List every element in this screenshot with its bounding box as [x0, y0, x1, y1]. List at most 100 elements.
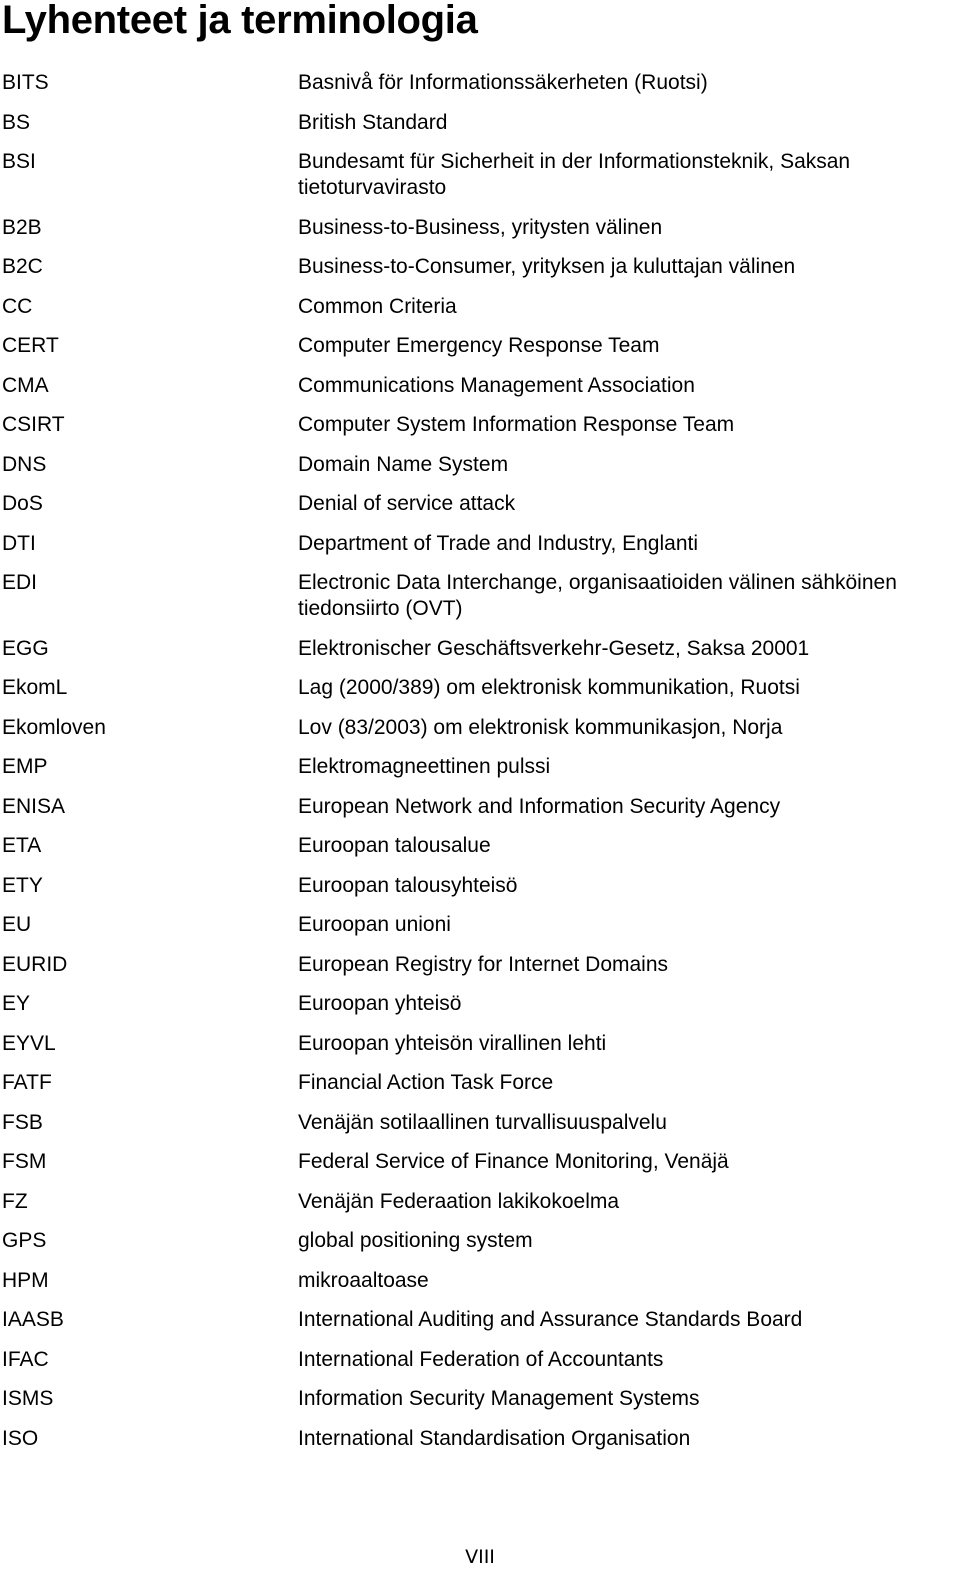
glossary-row: CSIRT Computer System Information Respons… — [0, 412, 960, 438]
glossary-definition: Financial Action Task Force — [298, 1071, 554, 1094]
glossary-definition: Communications Management Association — [298, 373, 695, 397]
glossary-definition: Electronic Data Interchange, organisaati… — [298, 571, 897, 620]
glossary-definition: Euroopan talousalue — [298, 834, 491, 857]
glossary-definition: Venäjän sotilaallinen turvallisuuspalvel… — [298, 1110, 667, 1134]
glossary-definition: International Auditing and Assurance Sta… — [298, 1308, 803, 1331]
glossary-abbreviation: ISMS — [2, 1387, 54, 1410]
glossary-abbreviation: ETY — [2, 873, 43, 897]
glossary-abbreviation: BITS — [2, 71, 49, 94]
glossary-row: EU Euroopan unioni — [0, 912, 960, 938]
glossary-row: BSI Bundesamt für Sicherheit in der Infor… — [0, 149, 960, 201]
glossary-row: GPS global positioning system — [0, 1228, 960, 1254]
glossary-row: ETA Euroopan talousalue — [0, 833, 960, 859]
glossary-abbreviation: ENISA — [2, 794, 66, 818]
glossary-abbreviation: ISO — [2, 1426, 39, 1450]
glossary-abbreviation: EkomL — [2, 676, 68, 699]
glossary-abbreviation: FSB — [2, 1110, 43, 1134]
glossary-definition: Euroopan unioni — [298, 913, 451, 936]
glossary-definition: Business-to-Business, yritysten välinen — [298, 215, 663, 239]
glossary-abbreviation: DoS — [2, 492, 43, 515]
glossary-abbreviation: DNS — [2, 452, 47, 476]
glossary-abbreviation: FSM — [2, 1150, 47, 1173]
glossary-definition: Lov (83/2003) om elektronisk kommunikasj… — [298, 715, 783, 739]
glossary-row: EMP Elektromagneettinen pulssi — [0, 754, 960, 780]
glossary-definition: Elektromagneettinen pulssi — [298, 755, 551, 778]
glossary-row: FATF Financial Action Task Force — [0, 1070, 960, 1096]
glossary-abbreviation: EMP — [2, 755, 48, 778]
glossary-abbreviation: BSI — [2, 150, 36, 173]
glossary-list: BITS Basnivå för Informationssäkerheten (… — [0, 70, 960, 1465]
glossary-abbreviation: CSIRT — [2, 413, 65, 436]
glossary-row: FSM Federal Service of Finance Monitoring… — [0, 1149, 960, 1175]
glossary-row: ENISA European Network and Information Se… — [0, 794, 960, 820]
glossary-abbreviation: B2B — [2, 215, 42, 239]
glossary-row: ISMS Information Security Management Syst… — [0, 1386, 960, 1412]
page-title: Lyhenteet ja terminologia — [2, 0, 478, 42]
glossary-definition: global positioning system — [298, 1229, 533, 1252]
glossary-definition: Computer Emergency Response Team — [298, 334, 660, 357]
glossary-row: FZ Venäjän Federaation lakikokoelma — [0, 1189, 960, 1215]
glossary-abbreviation: CC — [2, 294, 33, 318]
glossary-definition: Euroopan yhteisö — [298, 992, 462, 1015]
glossary-row: B2C Business-to-Consumer, yrityksen ja ku… — [0, 254, 960, 280]
glossary-abbreviation: Ekomloven — [2, 715, 106, 739]
glossary-definition: Computer System Information Response Tea… — [298, 413, 735, 436]
glossary-definition: Department of Trade and Industry, Englan… — [298, 531, 699, 555]
page-number: VIII — [465, 1546, 495, 1568]
glossary-definition: mikroaaltoase — [298, 1268, 429, 1292]
glossary-definition: Euroopan yhteisön virallinen lehti — [298, 1031, 607, 1055]
glossary-row: ETY Euroopan talousyhteisö — [0, 873, 960, 899]
glossary-row: BS British Standard — [0, 110, 960, 136]
glossary-row: EY Euroopan yhteisö — [0, 991, 960, 1017]
glossary-row: EURID European Registry for Internet Doma… — [0, 952, 960, 978]
glossary-abbreviation: IAASB — [2, 1308, 64, 1331]
glossary-row: IAASB International Auditing and Assuranc… — [0, 1307, 960, 1333]
glossary-definition: Basnivå för Informationssäkerheten (Ruot… — [298, 71, 708, 94]
glossary-abbreviation: EY — [2, 992, 31, 1015]
glossary-row: DNS Domain Name System — [0, 452, 960, 478]
glossary-abbreviation: DTI — [2, 531, 36, 555]
glossary-row: CMA Communications Management Association — [0, 373, 960, 399]
glossary-definition: Information Security Management Systems — [298, 1387, 700, 1410]
glossary-definition: International Federation of Accountants — [298, 1347, 664, 1371]
glossary-definition: European Network and Information Securit… — [298, 794, 781, 818]
glossary-definition: International Standardisation Organisati… — [298, 1426, 691, 1450]
glossary-definition: Common Criteria — [298, 294, 457, 318]
glossary-definition: Elektronischer Geschäftsverkehr-Gesetz, … — [298, 636, 810, 660]
glossary-row: DoS Denial of service attack — [0, 491, 960, 517]
glossary-abbreviation: EU — [2, 913, 32, 936]
glossary-row: Ekomloven Lov (83/2003) om elektronisk ko… — [0, 715, 960, 741]
glossary-definition: European Registry for Internet Domains — [298, 952, 669, 976]
glossary-abbreviation: EURID — [2, 952, 68, 976]
glossary-row: HPM mikroaaltoase — [0, 1268, 960, 1294]
glossary-definition: Bundesamt für Sicherheit in der Informat… — [298, 150, 851, 199]
glossary-abbreviation: GPS — [2, 1229, 47, 1252]
glossary-abbreviation: CMA — [2, 373, 49, 397]
glossary-abbreviation: BS — [2, 110, 31, 134]
glossary-row: EYVL Euroopan yhteisön virallinen lehti — [0, 1031, 960, 1057]
glossary-abbreviation: FATF — [2, 1071, 52, 1094]
glossary-definition: Business-to-Consumer, yrityksen ja kulut… — [298, 255, 796, 278]
glossary-definition: Federal Service of Finance Monitoring, V… — [298, 1150, 729, 1173]
glossary-definition: Venäjän Federaation lakikokoelma — [298, 1189, 620, 1213]
glossary-definition: British Standard — [298, 110, 448, 134]
glossary-row: IFAC International Federation of Accounta… — [0, 1347, 960, 1373]
glossary-row: CC Common Criteria — [0, 294, 960, 320]
glossary-abbreviation: HPM — [2, 1268, 49, 1292]
glossary-row: DTI Department of Trade and Industry, Eng… — [0, 531, 960, 557]
glossary-abbreviation: B2C — [2, 255, 43, 278]
glossary-row: B2B Business-to-Business, yritysten välin… — [0, 215, 960, 241]
glossary-abbreviation: CERT — [2, 334, 59, 357]
glossary-definition: Domain Name System — [298, 452, 509, 476]
glossary-row: EkomL Lag (2000/389) om elektronisk kommu… — [0, 675, 960, 701]
glossary-row: BITS Basnivå för Informationssäkerheten (… — [0, 70, 960, 96]
glossary-row: FSB Venäjän sotilaallinen turvallisuuspal… — [0, 1110, 960, 1136]
glossary-definition: Euroopan talousyhteisö — [298, 873, 518, 897]
glossary-row: CERT Computer Emergency Response Team — [0, 333, 960, 359]
glossary-definition: Denial of service attack — [298, 492, 516, 515]
glossary-abbreviation: IFAC — [2, 1347, 49, 1371]
glossary-row: EGG Elektronischer Geschäftsverkehr-Geset… — [0, 636, 960, 662]
glossary-abbreviation: EYVL — [2, 1031, 56, 1055]
glossary-abbreviation: ETA — [2, 834, 42, 857]
glossary-abbreviation: EDI — [2, 571, 38, 594]
